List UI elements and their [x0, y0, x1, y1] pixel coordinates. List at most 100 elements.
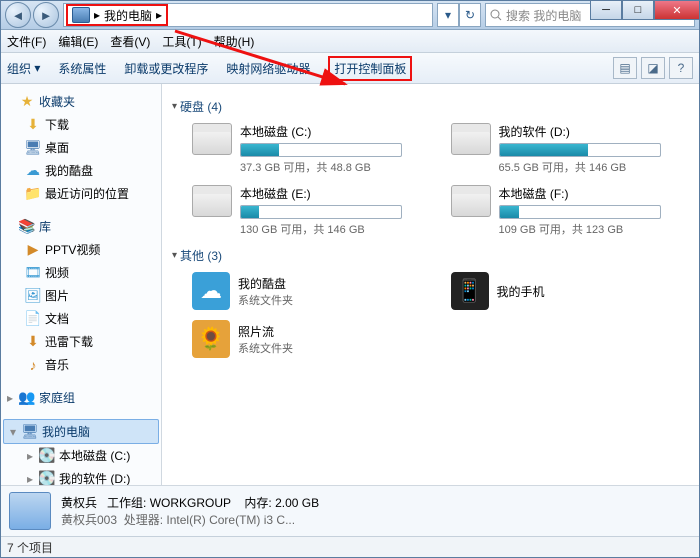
uninstall-programs-button[interactable]: 卸载或更改程序 — [124, 60, 208, 77]
computer-large-icon — [9, 492, 51, 530]
menu-file[interactable]: 文件(F) — [7, 33, 46, 50]
chevron-icon: ▸ — [5, 391, 15, 405]
toolbar: 组织 ▾ 系统属性 卸载或更改程序 映射网络驱动器 打开控制面板 ▤ ◪ ? — [1, 53, 699, 84]
menu-view[interactable]: 查看(V) — [110, 33, 150, 50]
usage-bar — [499, 143, 661, 157]
sidebar-item-drive-c[interactable]: ▸💽本地磁盘 (C:) — [1, 444, 161, 467]
drive-item[interactable]: 本地磁盘 (F:) 109 GB 可用，共 123 GB — [451, 185, 690, 237]
other-item[interactable]: 🌻 照片流 系统文件夹 — [192, 320, 431, 358]
usage-bar — [240, 143, 402, 157]
menu-edit[interactable]: 编辑(E) — [58, 33, 98, 50]
back-button[interactable]: ◄ — [5, 2, 31, 28]
drive-title: 本地磁盘 (F:) — [499, 185, 690, 202]
explorer-window: ◄ ► ▸ 我的电脑 ▸ ▾ ↻ 搜索 我的电脑 ─ □ ✕ 文件(F) 编辑(… — [0, 0, 700, 558]
star-icon: ★ — [19, 94, 35, 110]
music-icon: ♪ — [25, 357, 41, 373]
sidebar-item-pptv[interactable]: ▶PPTV视频 — [1, 238, 161, 261]
item-icon: 🌻 — [192, 320, 230, 358]
chevron-icon: ▸ — [25, 472, 35, 486]
group-others-header[interactable]: ▾ 其他 (3) — [172, 247, 689, 264]
breadcrumb-root[interactable]: 我的电脑 — [104, 7, 152, 24]
computer-heading[interactable]: ▾ 🖥 我的电脑 — [3, 419, 159, 444]
homegroup-label: 家庭组 — [39, 389, 75, 406]
homegroup-heading[interactable]: ▸ 👥 家庭组 — [1, 386, 161, 409]
drive-item[interactable]: 本地磁盘 (C:) 37.3 GB 可用，共 48.8 GB — [192, 123, 431, 175]
cloud-icon: ☁ — [25, 163, 41, 179]
sidebar-item-recent[interactable]: 📁最近访问的位置 — [1, 182, 161, 205]
chevron-icon: ▸ — [25, 449, 35, 463]
sidebar-item-drive-d[interactable]: ▸💽我的软件 (D:) — [1, 467, 161, 485]
minimize-button[interactable]: ─ — [590, 0, 622, 20]
homegroup-icon: 👥 — [19, 390, 35, 406]
system-properties-button[interactable]: 系统属性 — [58, 60, 106, 77]
sidebar-item-xunlei[interactable]: ⬇迅雷下载 — [1, 330, 161, 353]
item-icon: 📱 — [451, 272, 489, 310]
other-item[interactable]: ☁ 我的酷盘 系统文件夹 — [192, 272, 431, 310]
sidebar-item-downloads[interactable]: ⬇下载 — [1, 113, 161, 136]
other-item[interactable]: 📱 我的手机 — [451, 272, 690, 310]
favorites-label: 收藏夹 — [39, 93, 75, 110]
drive-item[interactable]: 我的软件 (D:) 65.5 GB 可用，共 146 GB — [451, 123, 690, 175]
status-text: 7 个项目 — [7, 539, 53, 556]
favorites-heading[interactable]: ★ 收藏夹 — [1, 90, 161, 113]
breadcrumb-sep: ▸ — [156, 8, 162, 22]
details-ram-label: 内存: — [244, 496, 271, 510]
organize-button[interactable]: 组织 ▾ — [7, 60, 40, 77]
status-bar: 7 个项目 — [1, 536, 699, 557]
item-title: 照片流 — [238, 323, 293, 340]
details-workgroup: WORKGROUP — [150, 496, 231, 510]
details-name: 黄权兵 — [61, 496, 97, 510]
drive-icon — [451, 123, 491, 155]
libraries-heading[interactable]: 📚 库 — [1, 215, 161, 238]
libraries-label: 库 — [39, 218, 51, 235]
address-highlight: ▸ 我的电脑 ▸ — [66, 4, 168, 26]
pictures-icon: 🖼 — [25, 288, 41, 304]
breadcrumb-sep: ▸ — [94, 8, 100, 22]
drive-title: 本地磁盘 (C:) — [240, 123, 431, 140]
group-drives-header[interactable]: ▾ 硬盘 (4) — [172, 98, 689, 115]
download-icon: ⬇ — [25, 334, 41, 350]
desktop-icon: 🖥 — [25, 140, 41, 156]
drive-subtext: 37.3 GB 可用，共 48.8 GB — [240, 159, 431, 175]
map-network-drive-button[interactable]: 映射网络驱动器 — [226, 60, 310, 77]
drive-icon: 💽 — [39, 448, 55, 464]
open-control-panel-button[interactable]: 打开控制面板 — [328, 56, 412, 81]
forward-button[interactable]: ► — [33, 2, 59, 28]
address-history-button[interactable]: ▾ — [437, 3, 459, 27]
preview-pane-button[interactable]: ◪ — [641, 57, 665, 79]
drive-icon — [451, 185, 491, 217]
sidebar-item-documents[interactable]: 📄文档 — [1, 307, 161, 330]
details-pane: 黄权兵 工作组: WORKGROUP 内存: 2.00 GB 黄权兵003 处理… — [1, 485, 699, 536]
menu-bar: 文件(F) 编辑(E) 查看(V) 工具(T) 帮助(H) — [1, 30, 699, 53]
computer-icon — [72, 7, 90, 23]
search-placeholder: 搜索 我的电脑 — [506, 7, 581, 24]
drive-subtext: 109 GB 可用，共 123 GB — [499, 221, 690, 237]
drive-title: 本地磁盘 (E:) — [240, 185, 431, 202]
drive-title: 我的软件 (D:) — [499, 123, 690, 140]
computer-icon: 🖥 — [22, 424, 38, 440]
sidebar-item-kupan[interactable]: ☁我的酷盘 — [1, 159, 161, 182]
details-workgroup-label: 工作组: — [107, 496, 146, 510]
drive-item[interactable]: 本地磁盘 (E:) 130 GB 可用，共 146 GB — [192, 185, 431, 237]
details-cpu: Intel(R) Core(TM) i3 C... — [166, 513, 295, 527]
details-ram: 2.00 GB — [275, 496, 319, 510]
menu-tools[interactable]: 工具(T) — [162, 33, 201, 50]
sidebar-item-desktop[interactable]: 🖥桌面 — [1, 136, 161, 159]
sidebar-item-pictures[interactable]: 🖼图片 — [1, 284, 161, 307]
chevron-down-icon: ▾ — [172, 250, 177, 261]
drive-icon — [192, 185, 232, 217]
menu-help[interactable]: 帮助(H) — [214, 33, 255, 50]
maximize-button[interactable]: □ — [622, 0, 654, 20]
navigation-pane: ★ 收藏夹 ⬇下载 🖥桌面 ☁我的酷盘 📁最近访问的位置 📚 库 ▶PPTV视频… — [1, 84, 162, 485]
address-bar[interactable]: ▸ 我的电脑 ▸ — [63, 3, 433, 27]
close-button[interactable]: ✕ — [654, 0, 700, 20]
sidebar-item-music[interactable]: ♪音乐 — [1, 353, 161, 376]
refresh-button[interactable]: ↻ — [459, 3, 481, 27]
item-title: 我的酷盘 — [238, 275, 293, 292]
view-options-button[interactable]: ▤ — [613, 57, 637, 79]
sidebar-item-videos[interactable]: 🎞视频 — [1, 261, 161, 284]
video-icon: 🎞 — [25, 265, 41, 281]
help-button[interactable]: ? — [669, 57, 693, 79]
documents-icon: 📄 — [25, 311, 41, 327]
usage-bar — [240, 205, 402, 219]
